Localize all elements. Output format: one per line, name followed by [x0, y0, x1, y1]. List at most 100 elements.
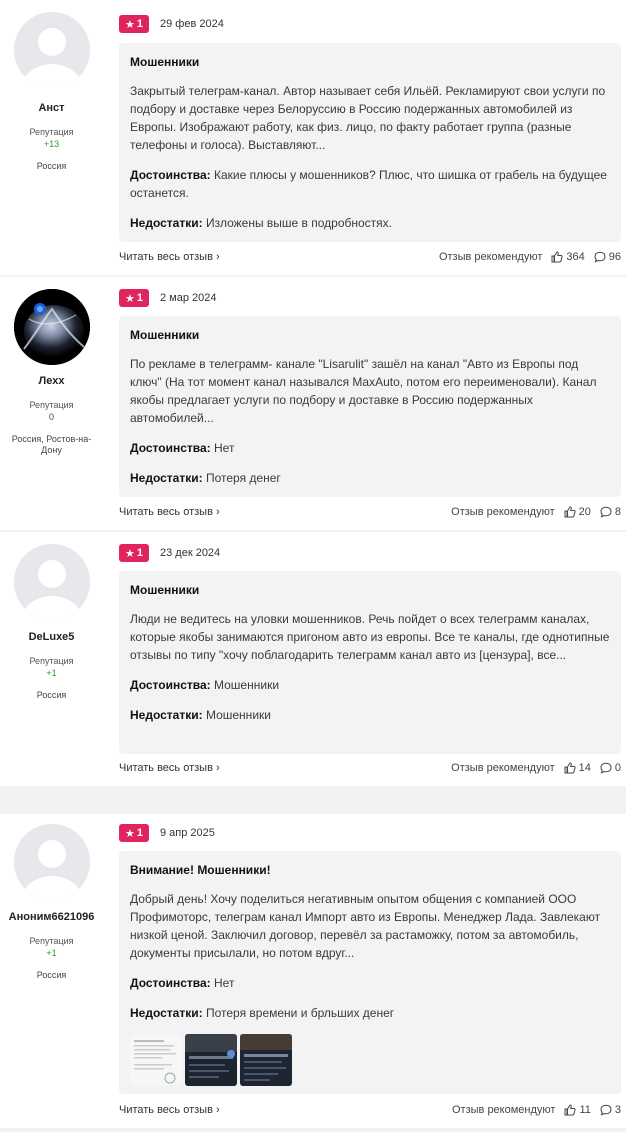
likes-count: 14 — [578, 762, 591, 774]
avatar[interactable] — [14, 544, 90, 620]
likes-button[interactable]: 20 — [564, 506, 591, 518]
pros-label: Достоинства: — [130, 678, 211, 692]
photo-thumbnail[interactable] — [185, 1034, 237, 1086]
likes-button[interactable]: 14 — [564, 762, 591, 774]
review-pros: Достоинства: Нет — [130, 439, 610, 457]
read-all-link[interactable]: Читать весь отзыв › — [119, 506, 220, 518]
review-stats: Отзыв рекомендуют 20 8 — [451, 506, 621, 518]
comment-icon — [600, 506, 612, 518]
pros-label: Достоинства: — [130, 976, 211, 990]
thumbs-up-icon — [564, 762, 576, 774]
review-stats: Отзыв рекомендуют 11 3 — [452, 1104, 621, 1116]
review-card[interactable]: Мошенники Люди не ведитесь на уловки мош… — [119, 571, 621, 754]
review-text: Люди не ведитесь на уловки мошенников. Р… — [130, 612, 610, 662]
username[interactable]: Аноним6621096 — [0, 911, 103, 923]
review-stats: Отзыв рекомендуют 364 96 — [439, 251, 621, 263]
username[interactable]: Анст — [0, 102, 103, 114]
cons-label: Недостатки: — [130, 708, 203, 722]
review-card[interactable]: Мошенники По рекламе в телеграмм- канале… — [119, 316, 621, 497]
reputation-value: +13 — [43, 139, 60, 149]
review-item: DeLuxe5 Репутация +1 Россия ★ 1 23 дек 20… — [0, 532, 626, 786]
review-date: 23 дек 2024 — [160, 547, 221, 559]
chevron-right-icon: › — [215, 1104, 220, 1116]
likes-count: 11 — [579, 1104, 591, 1116]
read-all-label: Читать весь отзыв — [119, 251, 213, 263]
likes-count: 364 — [566, 251, 585, 263]
review-cons: Недостатки: Потеря времени и брльших ден… — [130, 1004, 610, 1022]
chevron-right-icon: › — [215, 762, 220, 774]
pros-label: Достоинства: — [130, 168, 211, 182]
review-cons: Недостатки: Изложены выше в подробностях… — [130, 214, 610, 232]
review-footer: Читать весь отзыв › Отзыв рекомендуют 20 … — [119, 506, 621, 522]
review-text: Закрытый телеграм-канал. Автор называет … — [130, 84, 606, 152]
review-date: 2 мар 2024 — [160, 292, 217, 304]
comment-icon — [600, 762, 612, 774]
review-footer: Читать весь отзыв › Отзыв рекомендуют 364… — [119, 251, 621, 267]
star-icon: ★ — [125, 827, 135, 840]
review-title[interactable]: Мошенники — [130, 55, 610, 69]
review-date: 29 фев 2024 — [160, 18, 224, 30]
user-location: Россия — [36, 970, 67, 980]
read-all-label: Читать весь отзыв — [119, 506, 213, 518]
username[interactable]: Лехх — [0, 375, 103, 387]
rating-value: 1 — [136, 18, 143, 30]
review-item: Лехх Репутация 0 Россия, Ростов-на-Дону … — [0, 277, 626, 530]
comments-count: 8 — [614, 506, 621, 518]
review-stats: Отзыв рекомендуют 14 0 — [451, 762, 621, 774]
recommend-label: Отзыв рекомендуют — [451, 506, 555, 518]
thumbs-up-icon — [551, 251, 563, 263]
photo-thumbnail[interactable] — [130, 1034, 182, 1086]
comments-count: 96 — [608, 251, 621, 263]
review-item: Анст Репутация +13 Россия ★ 1 29 фев 2024… — [0, 0, 626, 275]
comments-button[interactable]: 8 — [600, 506, 621, 518]
reputation-value: +1 — [46, 668, 57, 678]
review-photos — [130, 1034, 610, 1086]
review-title[interactable]: Мошенники — [130, 328, 610, 342]
cons-text: Изложены выше в подробностях. — [205, 216, 393, 230]
read-all-link[interactable]: Читать весь отзыв › — [119, 1104, 220, 1116]
thumbs-up-icon — [564, 1104, 577, 1116]
read-all-label: Читать весь отзыв — [119, 1104, 213, 1116]
username[interactable]: DeLuxe5 — [0, 631, 103, 643]
read-all-link[interactable]: Читать весь отзыв › — [119, 762, 220, 774]
cons-label: Недостатки: — [130, 471, 203, 485]
reputation-value: +1 — [46, 948, 57, 958]
star-icon: ★ — [125, 292, 135, 305]
review-pros: Достоинства: Какие плюсы у мошенников? П… — [130, 166, 610, 202]
cons-label: Недостатки: — [130, 1006, 203, 1020]
rating-badge: ★ 1 — [119, 544, 149, 562]
review-card[interactable]: Внимание! Мошенники! Добрый день! Хочу п… — [119, 851, 621, 1094]
review-cons: Недостатки: Потеря денег — [130, 469, 610, 487]
review-text: Добрый день! Хочу поделиться негативным … — [130, 892, 601, 960]
avatar[interactable] — [14, 824, 90, 900]
avatar[interactable] — [14, 289, 90, 365]
likes-count: 20 — [578, 506, 591, 518]
likes-button[interactable]: 364 — [551, 251, 585, 263]
comments-count: 0 — [614, 762, 621, 774]
reputation-label: Репутация — [29, 936, 74, 946]
star-icon: ★ — [125, 18, 135, 31]
avatar[interactable] — [14, 12, 90, 88]
photo-thumbnail[interactable] — [240, 1034, 292, 1086]
review-title[interactable]: Внимание! Мошенники! — [130, 863, 610, 877]
review-title[interactable]: Мошенники — [130, 583, 610, 597]
comments-button[interactable]: 0 — [600, 762, 621, 774]
user-location: Россия, Ростов-на-Дону — [11, 434, 92, 455]
user-location: Россия — [36, 690, 67, 700]
comments-button[interactable]: 3 — [600, 1104, 621, 1116]
comments-button[interactable]: 96 — [594, 251, 621, 263]
rating-value: 1 — [136, 827, 143, 839]
comment-icon — [594, 251, 606, 263]
user-location: Россия — [36, 161, 67, 171]
read-all-link[interactable]: Читать весь отзыв › — [119, 251, 220, 263]
recommend-label: Отзыв рекомендуют — [452, 1104, 556, 1116]
cons-text: Потеря времени и брльших денег — [205, 1006, 395, 1020]
review-separator — [0, 1128, 626, 1132]
review-date: 9 апр 2025 — [160, 827, 215, 839]
rating-badge: ★ 1 — [119, 15, 149, 33]
review-card[interactable]: Мошенники Закрытый телеграм-канал. Автор… — [119, 43, 621, 242]
cons-text: Потеря денег — [205, 471, 281, 485]
likes-button[interactable]: 11 — [564, 1104, 591, 1116]
reputation-value: 0 — [48, 412, 54, 422]
review-footer: Читать весь отзыв › Отзыв рекомендуют 11 … — [119, 1104, 621, 1120]
